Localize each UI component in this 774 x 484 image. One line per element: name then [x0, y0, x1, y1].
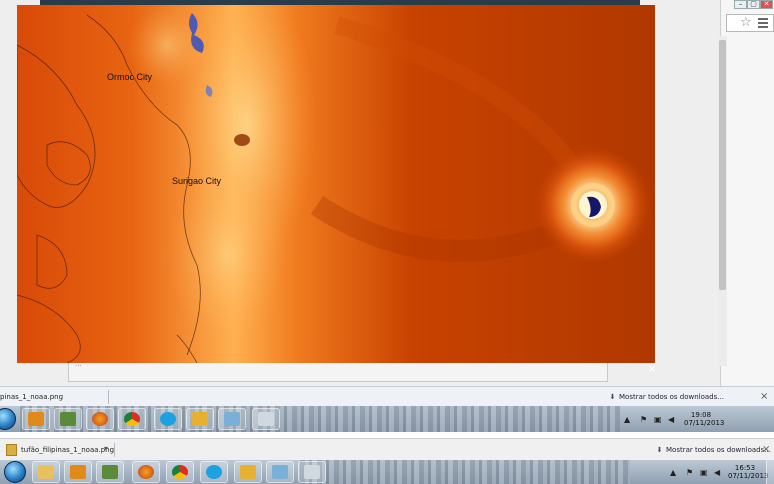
clock-date-2: 07/11/2013	[728, 472, 769, 480]
taskbar-wallpaper-strip-2	[300, 460, 630, 484]
show-all-downloads-link[interactable]: ⬇ Mostrar todos os downloads...	[609, 387, 724, 407]
viewer-close-icon[interactable]: ×	[645, 362, 659, 376]
start-orb-icon-2[interactable]	[4, 461, 26, 483]
taskbar-clock[interactable]: 19:08 07/11/2013	[684, 411, 725, 427]
taskbar-app-remote-2[interactable]	[266, 461, 294, 483]
taskbar-app-firefox[interactable]	[86, 408, 114, 430]
typhoon-satellite-image	[17, 5, 655, 363]
taskbar-app-skype-2[interactable]	[200, 461, 228, 483]
tray-flag-icon[interactable]: ⚑	[640, 415, 647, 424]
tray-arrow-icon-2[interactable]: ▲	[670, 468, 676, 477]
taskbar-app-network-2[interactable]	[96, 461, 124, 483]
download-bar-close-icon[interactable]: ×	[760, 387, 768, 407]
taskbar-app-network[interactable]	[54, 408, 82, 430]
browser-menu-icon[interactable]	[758, 16, 768, 28]
city-label-surigao: Surigao City	[172, 176, 222, 186]
bookmark-star-icon[interactable]: ☆	[740, 14, 752, 32]
city-label-ormoc: Ormoc City	[107, 72, 152, 82]
tray-network-icon-2[interactable]: ▣	[700, 468, 708, 477]
tray-volume-icon[interactable]: ◀	[668, 415, 674, 424]
taskbar-app-chrome[interactable]	[118, 408, 146, 430]
clock-date: 07/11/2013	[684, 419, 725, 427]
taskbar-app-chrome-2[interactable]	[166, 461, 194, 483]
download-file-name: pinas_1_noaa.png	[0, 393, 64, 401]
show-desktop-button[interactable]	[766, 460, 774, 484]
download-item-menu-icon[interactable]: ▾	[104, 439, 108, 459]
tray-flag-icon-2[interactable]: ⚑	[686, 468, 693, 477]
download-item-file-2[interactable]: tufão_filipinas_1_noaa.png	[6, 442, 114, 458]
tray-arrow-icon[interactable]: ▲	[624, 415, 630, 424]
download-item-file[interactable]: pinas_1_noaa.png	[0, 389, 63, 405]
taskbar-app-explorer[interactable]	[32, 461, 60, 483]
png-file-icon	[6, 444, 17, 456]
taskbar-app-media-player-2[interactable]	[64, 461, 92, 483]
taskbar-top: ▲ ⚑ ▣ ◀ 19:08 07/11/2013	[0, 406, 774, 432]
taskbar-app-media-player[interactable]	[22, 408, 50, 430]
download-separator-2	[114, 443, 115, 457]
browser-chrome-strip	[720, 0, 774, 386]
download-bar-close-icon-2[interactable]: ×	[762, 439, 770, 461]
tray-volume-icon-2[interactable]: ◀	[714, 468, 720, 477]
start-orb-icon[interactable]	[0, 408, 16, 430]
taskbar-app-paint-2[interactable]	[298, 461, 326, 483]
download-arrow-icon: ⬇	[609, 393, 616, 401]
download-arrow-icon-2: ⬇	[656, 446, 663, 454]
taskbar-app-paint[interactable]	[252, 408, 280, 430]
close-window-button[interactable]: ✕	[760, 0, 773, 9]
taskbar-app-outlook-2[interactable]	[234, 461, 262, 483]
taskbar-clock-2[interactable]: 16:53 07/11/2013	[728, 464, 769, 480]
clock-time: 19:08	[690, 411, 712, 419]
satellite-image-viewer: Ormoc City Surigao City	[17, 5, 655, 363]
taskbar-app-firefox-2[interactable]	[132, 461, 160, 483]
show-all-downloads-link-2[interactable]: ⬇ Mostrar todos os downloads...	[656, 439, 771, 461]
taskbar-app-remote[interactable]	[218, 408, 246, 430]
maximize-button[interactable]: ▢	[747, 0, 760, 9]
tray-network-icon[interactable]: ▣	[654, 415, 662, 424]
download-bar-bottom: tufão_filipinas_1_noaa.png ▾ ⬇ Mostrar to…	[0, 438, 774, 460]
download-bar-top: pinas_1_noaa.png ⬇ Mostrar todos os downl…	[0, 386, 774, 406]
minimize-button[interactable]: –	[734, 0, 747, 9]
clock-time-2: 16:53	[734, 464, 756, 472]
taskbar-app-skype[interactable]	[154, 408, 182, 430]
download-file-name-2: tufão_filipinas_1_noaa.png	[21, 446, 115, 454]
window-controls: – ▢ ✕	[734, 0, 774, 10]
scrollbar-thumb[interactable]	[719, 40, 726, 290]
download-separator	[108, 390, 109, 404]
taskbar-bottom: ▲ ⚑ ▣ ◀ 16:53 07/11/2013	[0, 460, 774, 484]
taskbar-app-outlook[interactable]	[186, 408, 214, 430]
